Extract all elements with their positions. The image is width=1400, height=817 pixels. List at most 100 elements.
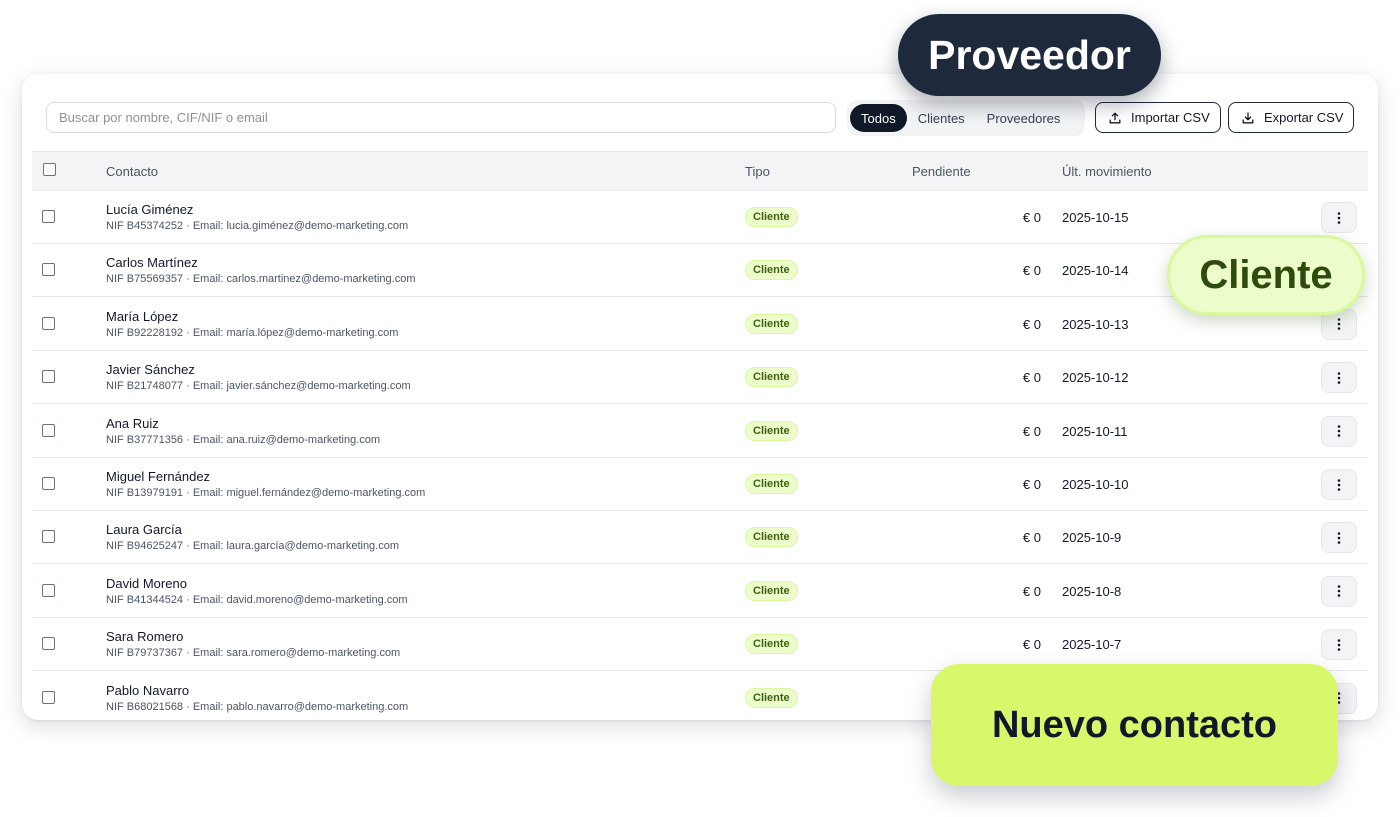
contact-name: Carlos Martínez <box>106 255 198 271</box>
type-filter: Todos Clientes Proveedores <box>847 100 1085 136</box>
type-badge: Cliente <box>745 687 798 708</box>
contact-meta: NIF B41344524 · Email: david.moreno@demo… <box>106 593 408 606</box>
provider-callout: Proveedor <box>898 14 1161 96</box>
more-vertical-icon <box>1337 371 1341 384</box>
row-actions-button[interactable] <box>1321 362 1357 394</box>
pending-amount: € 0 <box>1022 637 1041 653</box>
row-actions-button[interactable] <box>1321 202 1357 233</box>
upload-icon <box>1109 112 1121 123</box>
last-movement-date: 2025-10-12 <box>1062 370 1129 386</box>
select-all-checkbox[interactable] <box>43 163 56 176</box>
row-actions-button[interactable] <box>1321 415 1357 447</box>
row-checkbox[interactable] <box>42 210 55 223</box>
import-csv-button[interactable]: Importar CSV <box>1095 102 1221 133</box>
more-vertical-icon <box>1337 478 1341 491</box>
type-badge: Cliente <box>745 367 798 388</box>
pending-amount: € 0 <box>1022 316 1041 332</box>
contact-meta: NIF B92228192 · Email: maría.lópez@demo-… <box>106 326 399 339</box>
filter-todos[interactable]: Todos <box>850 104 907 132</box>
type-badge: Cliente <box>745 260 798 281</box>
export-csv-label: Exportar CSV <box>1264 110 1344 125</box>
contact-name: Pablo Navarro <box>106 682 190 698</box>
table-row[interactable]: Ana Ruiz NIF B37771356 · Email: ana.ruiz@… <box>32 405 1368 458</box>
pending-amount: € 0 <box>1022 423 1041 439</box>
type-badge: Cliente <box>745 634 798 655</box>
contact-meta: NIF B94625247 · Email: laura.garcía@demo… <box>106 540 400 553</box>
row-checkbox[interactable] <box>42 477 55 490</box>
row-checkbox[interactable] <box>42 690 55 704</box>
more-vertical-icon <box>1337 585 1341 598</box>
more-vertical-icon <box>1337 211 1341 224</box>
last-movement-date: 2025-10-13 <box>1062 316 1129 332</box>
type-badge: Cliente <box>745 527 798 548</box>
last-movement-date: 2025-10-7 <box>1062 637 1122 653</box>
table-row[interactable]: María López NIF B92228192 · Email: maría.… <box>32 298 1368 351</box>
pending-amount: € 0 <box>1022 477 1041 492</box>
more-vertical-icon <box>1337 318 1341 331</box>
pending-amount: € 0 <box>1022 530 1041 546</box>
contact-name: Laura García <box>106 522 182 538</box>
row-actions-button[interactable] <box>1321 575 1357 607</box>
pending-amount: € 0 <box>1022 263 1041 279</box>
contact-name: Ana Ruiz <box>106 415 159 431</box>
filter-clientes[interactable]: Clientes <box>907 104 976 132</box>
filter-proveedores[interactable]: Proveedores <box>976 104 1072 132</box>
more-vertical-icon <box>1337 425 1341 437</box>
contact-meta: NIF B68021568 · Email: pablo.navarro@dem… <box>106 700 409 713</box>
import-csv-label: Importar CSV <box>1131 110 1210 125</box>
type-badge: Cliente <box>745 474 798 494</box>
contact-meta: NIF B21748077 · Email: javier.sánchez@de… <box>106 380 411 393</box>
contact-meta: NIF B45374252 · Email: lucia.giménez@dem… <box>106 220 409 232</box>
contact-name: Miguel Fernández <box>106 469 211 484</box>
pending-amount: € 0 <box>1022 370 1041 386</box>
table-row[interactable]: Lucía Giménez NIF B45374252 · Email: luci… <box>32 191 1368 244</box>
export-csv-button[interactable]: Exportar CSV <box>1228 102 1354 133</box>
type-badge: Cliente <box>745 313 798 334</box>
last-movement-date: 2025-10-10 <box>1062 477 1129 492</box>
last-movement-date: 2025-10-9 <box>1062 530 1122 546</box>
last-movement-date: 2025-10-14 <box>1062 263 1129 279</box>
pending-amount: € 0 <box>1022 583 1041 599</box>
new-contact-button[interactable]: Nuevo contacto <box>931 664 1338 786</box>
contact-meta: NIF B37771356 · Email: ana.ruiz@demo-mar… <box>106 433 381 446</box>
contact-meta: NIF B79737367 · Email: sara.romero@demo-… <box>106 647 401 660</box>
row-actions-button[interactable] <box>1321 629 1357 661</box>
row-checkbox[interactable] <box>42 316 55 330</box>
contact-meta: NIF B75569357 · Email: carlos.martinez@d… <box>106 273 416 286</box>
contact-name: Sara Romero <box>106 629 184 645</box>
download-icon <box>1242 112 1254 123</box>
table-row[interactable]: Miguel Fernández NIF B13979191 · Email: m… <box>32 458 1368 511</box>
pending-amount: € 0 <box>1022 210 1041 225</box>
row-checkbox[interactable] <box>42 263 55 277</box>
row-checkbox[interactable] <box>42 637 55 651</box>
column-contacto: Contacto <box>106 164 159 179</box>
row-checkbox[interactable] <box>42 423 55 437</box>
row-checkbox[interactable] <box>42 583 55 597</box>
last-movement-date: 2025-10-8 <box>1062 583 1122 599</box>
search-input[interactable] <box>46 102 836 133</box>
contact-name: María López <box>106 308 179 324</box>
column-ultimo-movimiento: Últ. movimiento <box>1062 164 1152 179</box>
row-actions-button[interactable] <box>1321 522 1357 554</box>
more-vertical-icon <box>1337 638 1341 651</box>
contact-name: Lucía Giménez <box>106 202 194 217</box>
type-badge: Cliente <box>745 207 798 227</box>
table-row[interactable]: Laura García NIF B94625247 · Email: laura… <box>32 511 1368 565</box>
table-row[interactable]: Javier Sánchez NIF B21748077 · Email: jav… <box>32 351 1368 405</box>
row-actions-button[interactable] <box>1321 469 1357 500</box>
contact-name: Javier Sánchez <box>106 362 195 378</box>
last-movement-date: 2025-10-15 <box>1062 210 1129 225</box>
column-tipo: Tipo <box>745 164 770 179</box>
type-badge: Cliente <box>745 420 798 441</box>
row-checkbox[interactable] <box>42 530 55 544</box>
client-callout: Cliente <box>1167 235 1365 315</box>
row-checkbox[interactable] <box>42 370 55 384</box>
column-pendiente: Pendiente <box>912 164 971 179</box>
type-badge: Cliente <box>745 580 798 601</box>
contacts-card: Todos Clientes Proveedores Importar CSV … <box>22 74 1378 720</box>
table-header: Contacto Tipo Pendiente Últ. movimiento <box>32 151 1368 191</box>
more-vertical-icon <box>1337 532 1341 544</box>
contact-meta: NIF B13979191 · Email: miguel.fernández@… <box>106 487 426 499</box>
table-row[interactable]: David Moreno NIF B41344524 · Email: david… <box>32 565 1368 618</box>
last-movement-date: 2025-10-11 <box>1062 423 1128 439</box>
